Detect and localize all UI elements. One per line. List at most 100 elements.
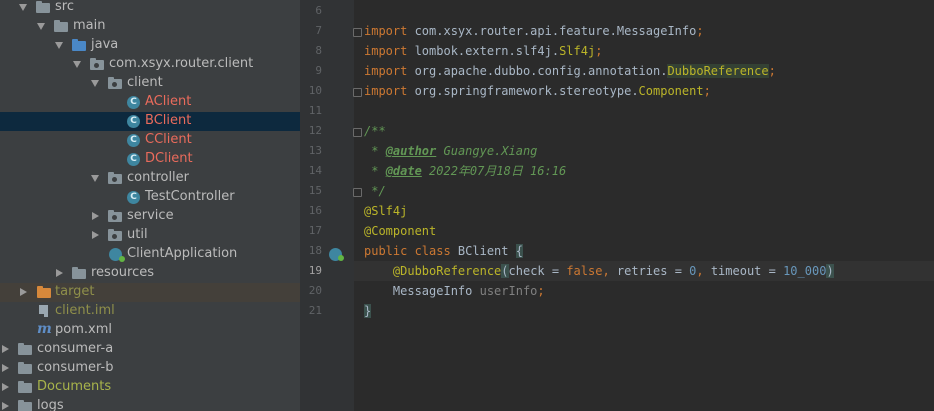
- code-line-7[interactable]: import com.xsyx.router.api.feature.Messa…: [364, 22, 704, 41]
- punct: ,: [696, 264, 711, 278]
- literal: false: [566, 264, 603, 278]
- tree-label: util: [127, 227, 148, 242]
- tree-label: client: [127, 75, 163, 90]
- code-line-15[interactable]: */: [364, 182, 385, 201]
- package-icon: [108, 210, 122, 222]
- source-folder-icon: [72, 39, 86, 51]
- tree-node-pom[interactable]: m pom.xml: [0, 321, 300, 340]
- tree-node-bclient[interactable]: C BClient: [0, 112, 300, 131]
- paren: (: [501, 264, 509, 278]
- tree-node-target[interactable]: target: [0, 283, 300, 302]
- tree-node-testcontroller[interactable]: C TestController: [0, 188, 300, 207]
- module-folder-icon: [18, 343, 32, 355]
- tree-node-util[interactable]: util: [0, 226, 300, 245]
- tree-node-consumer-b[interactable]: consumer-b: [0, 359, 300, 378]
- code-line-13[interactable]: * @author Guangye.Xiang: [364, 142, 537, 161]
- tree-node-cclient[interactable]: C CClient: [0, 131, 300, 150]
- collapse-arrow-icon[interactable]: [92, 231, 99, 239]
- expand-arrow-icon[interactable]: [73, 61, 81, 68]
- tree-node-package[interactable]: com.xsyx.router.client: [0, 55, 300, 74]
- tree-label: logs: [37, 398, 64, 411]
- line-number: 13: [308, 144, 322, 157]
- code-line-20[interactable]: MessageInfo userInfo;: [364, 282, 545, 301]
- field-name: userInfo: [479, 284, 538, 298]
- collapse-arrow-icon[interactable]: [56, 269, 63, 277]
- code-line-17[interactable]: @Component: [364, 222, 436, 241]
- code-line-21[interactable]: }: [364, 302, 372, 321]
- expand-arrow-icon[interactable]: [91, 80, 99, 87]
- code-text: com.xsyx.router.api.feature.MessageInfo: [407, 24, 697, 38]
- tree-label: AClient: [145, 94, 192, 109]
- tree-node-resources[interactable]: resources: [0, 264, 300, 283]
- expand-arrow-icon[interactable]: [55, 42, 63, 49]
- code-line-12[interactable]: /**: [364, 122, 386, 141]
- punct: ,: [602, 264, 617, 278]
- tree-node-src[interactable]: src: [0, 0, 300, 17]
- line-number: 6: [315, 4, 322, 17]
- keyword: import: [364, 84, 408, 98]
- code-line-10[interactable]: import org.springframework.stereotype.Co…: [364, 82, 711, 101]
- folder-icon: [18, 400, 32, 411]
- tree-label: src: [55, 0, 74, 14]
- doc-comment: *: [364, 144, 386, 158]
- code-line-18[interactable]: public class BClient {: [364, 242, 523, 261]
- doc-comment: /**: [364, 124, 386, 138]
- expand-arrow-icon[interactable]: [91, 175, 99, 182]
- code-text: org.springframework.stereotype.: [407, 84, 639, 98]
- line-number: 8: [315, 44, 322, 57]
- tree-node-service[interactable]: service: [0, 207, 300, 226]
- module-folder-icon: [18, 362, 32, 374]
- number: 10_000: [783, 264, 827, 278]
- keyword: public class: [364, 244, 451, 258]
- annotation-class: Slf4j: [559, 44, 596, 58]
- tree-label: service: [127, 208, 174, 223]
- annotation-class: Component: [638, 84, 704, 98]
- ide-window: src main java com.xsyx.router.client cli…: [0, 0, 934, 411]
- code-line-19[interactable]: @DubboReference(check = false, retries =…: [364, 262, 834, 281]
- tree-node-controller[interactable]: controller: [0, 169, 300, 188]
- tree-node-logs[interactable]: logs: [0, 397, 300, 411]
- fold-marker-icon[interactable]: [353, 128, 362, 137]
- tree-label: Documents: [37, 379, 112, 394]
- tree-label: pom.xml: [55, 322, 112, 337]
- annotation-class: DubboReference: [667, 64, 769, 78]
- tree-node-dclient[interactable]: C DClient: [0, 150, 300, 169]
- collapse-arrow-icon[interactable]: [2, 364, 9, 372]
- code-line-14[interactable]: * @date 2022年07月18日 16:16: [364, 162, 566, 181]
- punct: ;: [595, 44, 603, 58]
- tree-node-java[interactable]: java: [0, 36, 300, 55]
- tree-node-client[interactable]: client: [0, 74, 300, 93]
- fold-marker-icon[interactable]: [353, 28, 362, 37]
- keyword: import: [364, 44, 408, 58]
- class-icon: C: [127, 115, 140, 128]
- collapse-arrow-icon[interactable]: [2, 402, 9, 410]
- expand-arrow-icon[interactable]: [19, 4, 27, 11]
- line-number: 12: [308, 124, 322, 137]
- line-number: 17: [308, 224, 322, 237]
- brace: }: [364, 304, 372, 318]
- collapse-arrow-icon[interactable]: [20, 288, 27, 296]
- tree-node-client-iml[interactable]: client.iml: [0, 302, 300, 321]
- spring-bean-gutter-icon[interactable]: [329, 248, 344, 261]
- tree-node-main[interactable]: main: [0, 17, 300, 36]
- code-line-8[interactable]: import lombok.extern.slf4j.Slf4j;: [364, 42, 602, 61]
- expand-arrow-icon[interactable]: [37, 23, 45, 30]
- fold-marker-icon[interactable]: [353, 188, 362, 197]
- collapse-arrow-icon[interactable]: [92, 212, 99, 220]
- tree-node-documents[interactable]: Documents: [0, 378, 300, 397]
- collapse-arrow-icon[interactable]: [2, 383, 9, 391]
- paren: ): [826, 264, 834, 278]
- code-line-16[interactable]: @Slf4j: [364, 202, 407, 221]
- type-name: MessageInfo: [392, 284, 480, 298]
- project-tree[interactable]: src main java com.xsyx.router.client cli…: [0, 0, 300, 411]
- package-icon: [108, 229, 122, 241]
- tree-node-clientapplication[interactable]: ClientApplication: [0, 245, 300, 264]
- tree-node-consumer-a[interactable]: consumer-a: [0, 340, 300, 359]
- tree-node-aclient[interactable]: C AClient: [0, 93, 300, 112]
- collapse-arrow-icon[interactable]: [2, 345, 9, 353]
- fold-marker-icon[interactable]: [353, 88, 362, 97]
- line-number: 20: [308, 284, 322, 297]
- folder-icon: [54, 20, 68, 32]
- code-line-9[interactable]: import org.apache.dubbo.config.annotatio…: [364, 62, 776, 81]
